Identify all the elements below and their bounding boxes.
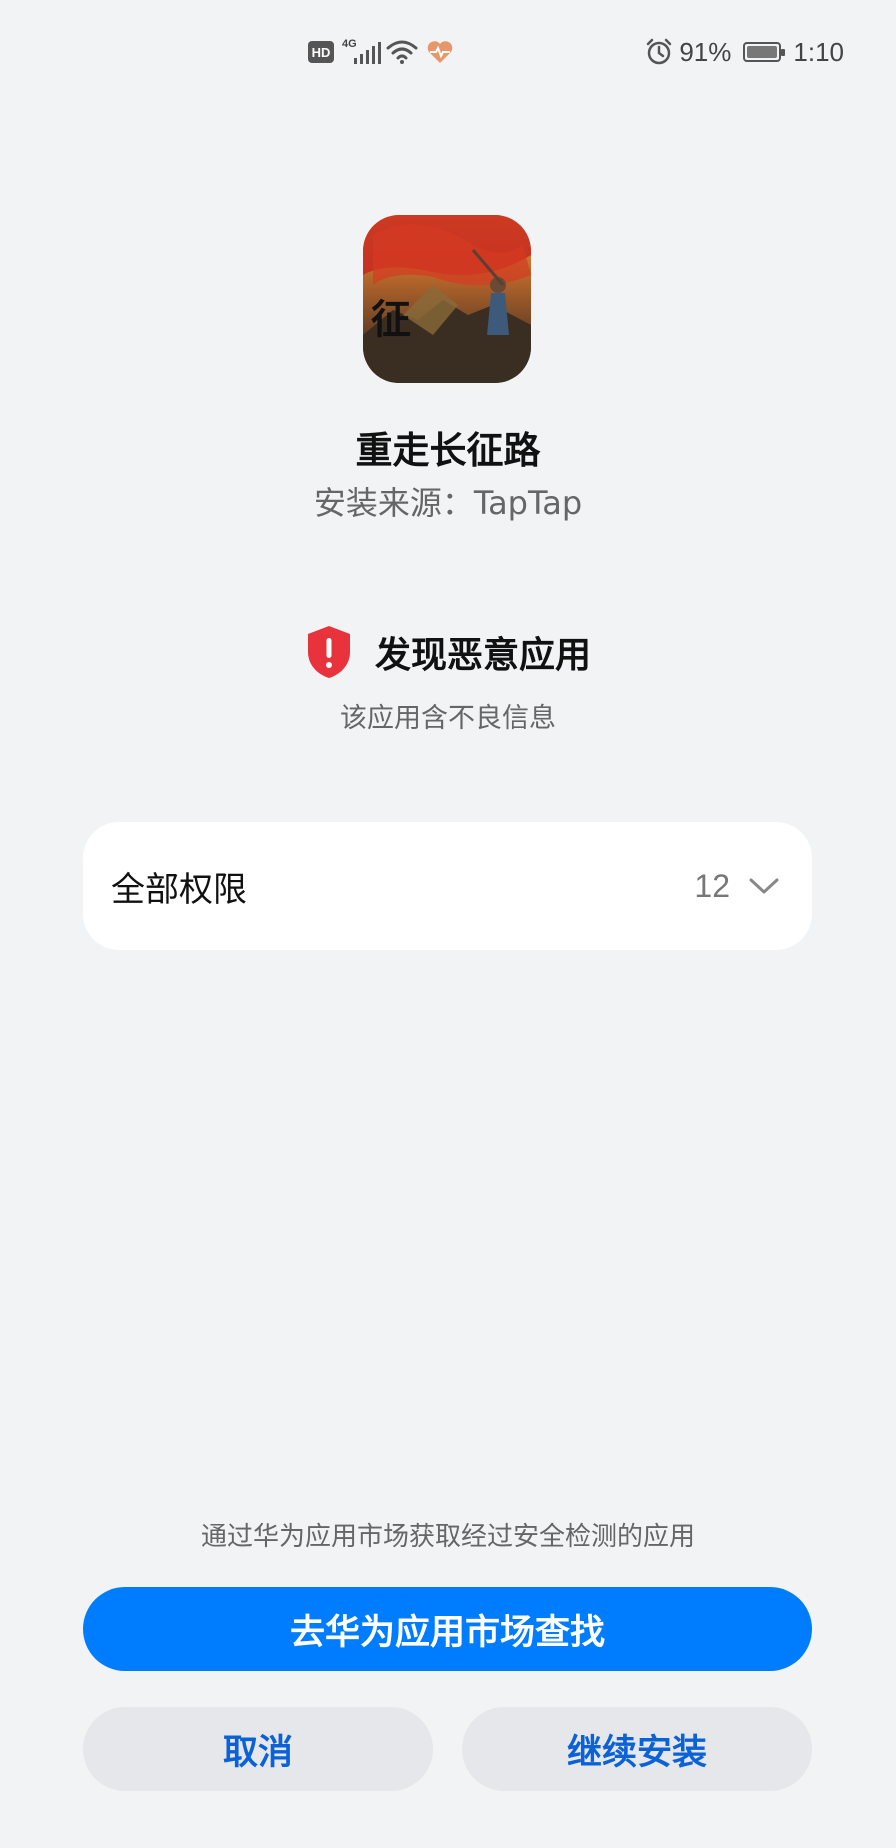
malware-warning: 发现恶意应用 xyxy=(0,624,896,680)
install-source: 安装来源：TapTap xyxy=(313,484,583,522)
clock: 1:10 xyxy=(793,36,844,67)
health-icon xyxy=(427,41,453,63)
market-tip: 通过华为应用市场获取经过安全检测的应用 xyxy=(200,1522,695,1552)
status-bar: HD 4G 91% 1:10 xyxy=(0,0,896,104)
cancel-button[interactable]: 取消 xyxy=(83,1707,433,1791)
app-icon: 征 xyxy=(363,215,531,383)
status-bar-right: 91% 1:10 xyxy=(645,34,844,70)
wifi-icon xyxy=(386,40,418,64)
alarm-icon xyxy=(647,38,672,65)
all-permissions-row[interactable]: 全部权限 12 xyxy=(83,822,812,950)
status-bar-left: HD 4G xyxy=(308,36,454,68)
warning-title: 发现恶意应用 xyxy=(374,635,591,676)
permissions-label: 全部权限 xyxy=(111,869,247,910)
svg-text:征: 征 xyxy=(371,296,411,343)
go-to-appgallery-button[interactable]: 去华为应用市场查找 xyxy=(83,1587,812,1671)
permissions-count: 12 xyxy=(694,867,730,904)
battery-icon xyxy=(743,42,786,62)
chevron-down-icon xyxy=(749,878,779,894)
warning-description: 该应用含不良信息 xyxy=(340,703,556,734)
shield-warning-icon xyxy=(307,626,350,678)
app-name: 重走长征路 xyxy=(355,429,541,472)
battery-percent: 91% xyxy=(679,36,732,67)
hd-icon: HD xyxy=(308,41,334,63)
signal-icon: 4G xyxy=(342,38,381,66)
continue-install-button[interactable]: 继续安装 xyxy=(462,1707,812,1791)
